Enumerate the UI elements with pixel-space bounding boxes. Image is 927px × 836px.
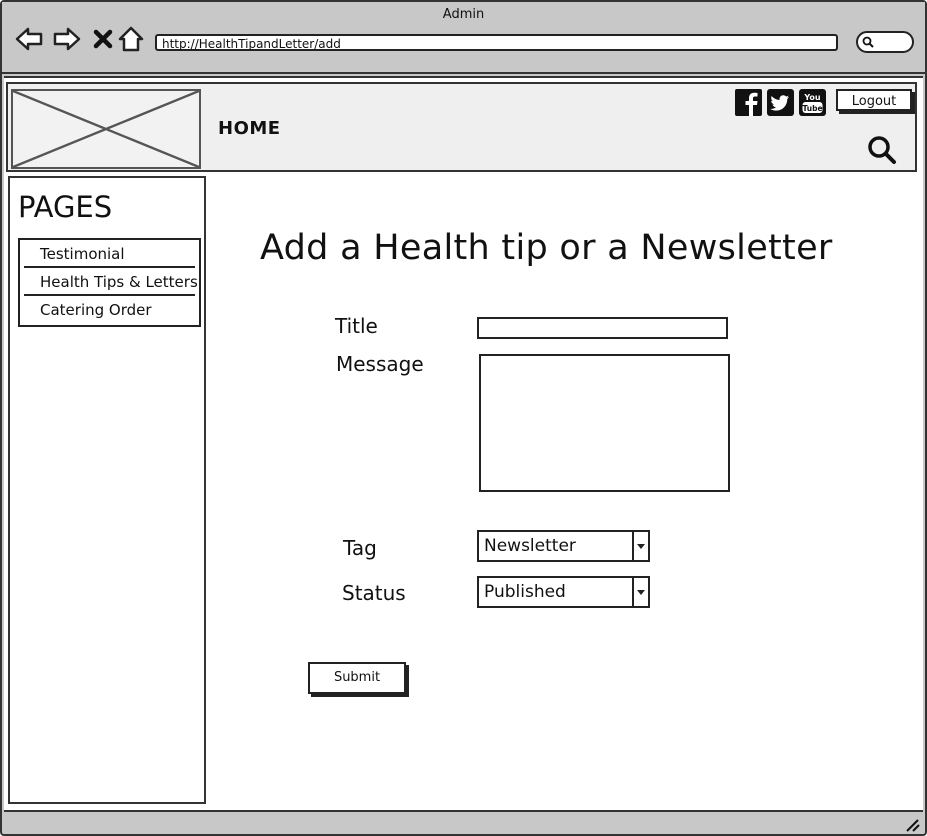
page-viewport: HOME You Tube Logout PAGES Testimonial He…	[4, 76, 923, 812]
svg-text:You: You	[803, 93, 821, 102]
message-label: Message	[336, 352, 424, 376]
logout-button[interactable]: Logout	[836, 89, 912, 111]
back-arrow-icon[interactable]	[14, 24, 44, 54]
forward-arrow-icon[interactable]	[52, 24, 82, 54]
window-title: Admin	[442, 7, 485, 22]
svg-text:Tube: Tube	[802, 104, 822, 113]
search-icon	[862, 36, 874, 48]
sidebar-item-testimonial[interactable]: Testimonial	[24, 240, 195, 268]
status-select[interactable]: Published	[477, 576, 650, 608]
home-icon[interactable]	[116, 24, 146, 54]
sidebar-item-catering-order[interactable]: Catering Order	[24, 296, 195, 324]
browser-window: Admin http://HealthTipandLetter/add HOME	[0, 0, 927, 836]
facebook-icon[interactable]	[735, 89, 762, 116]
title-label: Title	[335, 314, 378, 338]
sidebar-menu: Testimonial Health Tips & Letters Cateri…	[18, 238, 201, 327]
tag-select[interactable]: Newsletter	[477, 530, 650, 562]
title-input[interactable]	[477, 317, 728, 339]
sidebar-title: PAGES	[18, 190, 113, 224]
chevron-down-icon[interactable]	[632, 578, 648, 606]
site-header: HOME You Tube Logout	[6, 82, 917, 172]
resize-grip-icon[interactable]	[905, 818, 921, 832]
search-icon[interactable]	[866, 134, 898, 166]
page-title: Add a Health tip or a Newsletter	[260, 228, 833, 268]
status-select-value: Published	[484, 582, 566, 602]
url-bar[interactable]: http://HealthTipandLetter/add	[155, 34, 838, 51]
status-label: Status	[342, 581, 406, 605]
home-link[interactable]: HOME	[218, 118, 281, 139]
browser-search-field[interactable]	[856, 31, 914, 53]
tag-select-value: Newsletter	[484, 536, 576, 556]
submit-button[interactable]: Submit	[308, 662, 406, 694]
tag-label: Tag	[343, 536, 377, 560]
sidebar-item-health-tips-letters[interactable]: Health Tips & Letters	[24, 268, 198, 296]
youtube-icon[interactable]: You Tube	[799, 89, 826, 116]
message-textarea[interactable]	[479, 354, 730, 492]
close-icon[interactable]	[88, 24, 118, 54]
logo-image-placeholder	[11, 89, 201, 169]
sidebar: PAGES Testimonial Health Tips & Letters …	[8, 176, 206, 804]
twitter-icon[interactable]	[767, 89, 794, 116]
chevron-down-icon[interactable]	[632, 532, 648, 560]
browser-titlebar: Admin http://HealthTipandLetter/add	[2, 2, 925, 74]
